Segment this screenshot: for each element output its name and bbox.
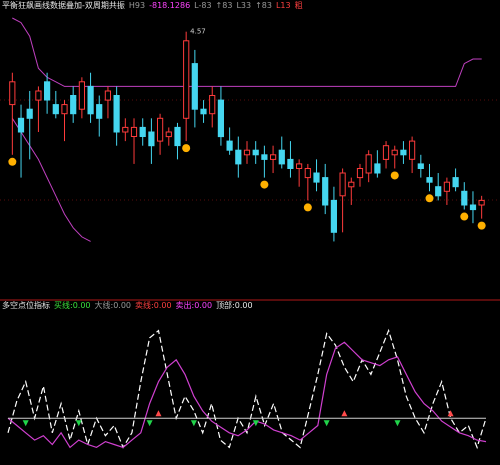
candle-body-29 — [261, 154, 268, 160]
price-annotation: 4.57 — [190, 28, 206, 36]
candle-body-0 — [9, 81, 16, 106]
candle-body-3 — [35, 90, 42, 101]
candle-body-20 — [183, 40, 190, 119]
candle-body-42 — [374, 163, 381, 174]
candle-body-15 — [139, 126, 146, 138]
candle-body-14 — [130, 126, 138, 138]
candle-body-6 — [61, 104, 68, 115]
candle-body-22 — [200, 108, 207, 115]
signal-marker-1 — [182, 144, 191, 153]
candle-body-32 — [287, 158, 294, 169]
candle-body-9 — [87, 85, 94, 115]
sell-arrow-1 — [341, 410, 348, 417]
signal-marker-6 — [460, 212, 469, 221]
candle-body-41 — [365, 154, 372, 174]
candle-body-45 — [400, 149, 407, 156]
candle-body-43 — [382, 145, 390, 160]
buy-arrow-3 — [190, 420, 197, 427]
candle-body-31 — [278, 149, 285, 165]
candle-body-19 — [174, 126, 181, 147]
candle-body-17 — [157, 117, 164, 142]
candle-body-10 — [96, 104, 103, 119]
signal-marker-0 — [8, 157, 17, 166]
buy-arrow-5 — [323, 420, 330, 427]
candle-body-26 — [235, 149, 242, 165]
candle-body-37 — [330, 199, 337, 233]
candle-body-47 — [417, 163, 424, 169]
candle-body-39 — [348, 181, 355, 188]
candle-body-49 — [435, 186, 442, 197]
candle-body-4 — [44, 81, 51, 101]
buy-arrow-1 — [75, 420, 82, 427]
signal-marker-5 — [425, 194, 434, 203]
candle-body-2 — [26, 108, 33, 119]
signal-marker-2 — [260, 180, 269, 189]
candle-body-35 — [313, 172, 320, 183]
candle-body-34 — [304, 168, 311, 179]
candle-body-30 — [270, 154, 277, 160]
candle-body-12 — [113, 95, 120, 133]
candle-body-7 — [70, 95, 77, 115]
candle-body-27 — [243, 149, 251, 156]
candle-body-13 — [122, 126, 129, 133]
signal-marker-7 — [477, 221, 486, 230]
candle-body-44 — [391, 149, 398, 156]
candle-body-28 — [252, 149, 259, 156]
candle-body-21 — [191, 63, 198, 110]
candle-body-1 — [17, 117, 25, 133]
buy-arrow-0 — [22, 420, 29, 427]
signal-marker-3 — [303, 203, 312, 212]
signal-marker-4 — [390, 171, 399, 180]
candle-body-46 — [409, 140, 416, 160]
candle-body-25 — [226, 140, 233, 151]
sell-arrow-2 — [447, 410, 454, 417]
candle-body-36 — [322, 177, 329, 206]
candle-body-24 — [217, 99, 225, 138]
candle-body-40 — [356, 168, 364, 179]
candle-body-51 — [452, 177, 459, 188]
sell-arrow-0 — [155, 410, 162, 417]
candle-body-53 — [469, 204, 477, 211]
candle-body-11 — [104, 90, 112, 101]
candle-body-8 — [78, 81, 86, 110]
candle-body-38 — [339, 172, 346, 197]
candle-body-33 — [296, 163, 303, 169]
lower-band-line — [11, 118, 91, 242]
candle-body-52 — [461, 190, 468, 206]
candle-body-23 — [209, 95, 216, 115]
candle-body-5 — [52, 104, 59, 115]
upper-band-line — [12, 17, 482, 87]
candle-body-18 — [165, 131, 172, 138]
buy-arrow-6 — [394, 420, 401, 427]
buy-arrow-2 — [146, 420, 153, 427]
stock-chart-canvas[interactable]: 4.57 — [0, 0, 500, 465]
candle-body-50 — [443, 181, 450, 192]
candle-body-16 — [148, 131, 155, 147]
candle-body-54 — [478, 199, 485, 206]
candle-body-48 — [426, 177, 433, 183]
